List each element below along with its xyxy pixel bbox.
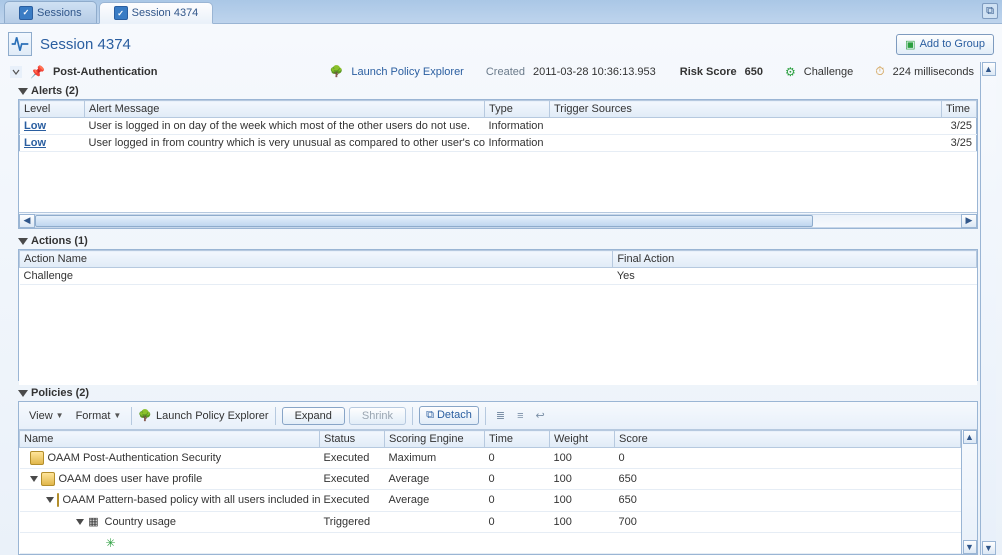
- tree-icon: 🌳: [330, 65, 344, 78]
- actions-table: Action Name Final Action Challenge Yes: [19, 250, 977, 385]
- col-action-name[interactable]: Action Name: [20, 251, 613, 268]
- format-menu[interactable]: Format▼: [72, 408, 126, 424]
- created-value: 2011-03-28 10:36:13.953: [533, 66, 656, 78]
- sessions-icon: ✓: [19, 6, 33, 20]
- table-row[interactable]: OAAM Pattern-based policy with all users…: [20, 490, 961, 511]
- alerts-toggle[interactable]: [18, 88, 28, 95]
- alert-level-link[interactable]: Low: [24, 120, 46, 132]
- tree-icon: 🌳: [138, 409, 152, 422]
- col-weight[interactable]: Weight: [550, 431, 615, 448]
- actions-title: Actions (1): [31, 235, 88, 247]
- col-name[interactable]: Name: [20, 431, 320, 448]
- col-type[interactable]: Type: [485, 101, 550, 118]
- launch-policy-explorer-link[interactable]: Launch Policy Explorer: [351, 66, 464, 78]
- vscroll-up[interactable]: ▲: [963, 430, 977, 444]
- col-final-action[interactable]: Final Action: [613, 251, 977, 268]
- launch-policy-explorer-link-2[interactable]: Launch Policy Explorer: [156, 410, 269, 422]
- gear-icon: ⚙: [785, 65, 796, 79]
- policies-section: Policies (2) View▼ Format▼ 🌳: [18, 385, 978, 555]
- view-menu[interactable]: View▼: [25, 408, 68, 424]
- policies-title: Policies (2): [31, 387, 89, 399]
- title-row: Session 4374 ▣ Add to Group: [6, 30, 996, 62]
- duration: 224 milliseconds: [893, 66, 974, 78]
- policies-toolbar: View▼ Format▼ 🌳 Launch Policy Explorer E…: [19, 402, 977, 430]
- expand-button[interactable]: Expand: [282, 407, 345, 425]
- group-icon: ▣: [905, 38, 915, 51]
- vscrollbar[interactable]: ▲ ▼: [961, 430, 977, 554]
- alert-level-link[interactable]: Low: [24, 137, 46, 149]
- tree-expand-toggle[interactable]: [30, 476, 38, 482]
- table-row[interactable]: ✳: [20, 532, 961, 553]
- tree-expand-toggle[interactable]: [46, 497, 54, 503]
- table-row[interactable]: ▦Country usage Triggered 0 100 700: [20, 511, 961, 532]
- tab-sessions[interactable]: ✓ Sessions: [4, 1, 97, 23]
- alerts-title: Alerts (2): [31, 85, 79, 97]
- hscroll-track[interactable]: [35, 214, 961, 228]
- page-vscroll-down[interactable]: ▼: [982, 541, 996, 555]
- table-row[interactable]: OAAM Post-Authentication Security Execut…: [20, 448, 961, 469]
- col-alert-message[interactable]: Alert Message: [85, 101, 485, 118]
- hscrollbar[interactable]: ◀ ▶: [19, 212, 977, 228]
- page-vscroll-up[interactable]: ▲: [982, 62, 996, 76]
- leaf-icon: ▦: [87, 515, 101, 529]
- actions-toggle[interactable]: [18, 238, 28, 245]
- session-icon: ✓: [114, 6, 128, 20]
- clock-icon: ⏱: [875, 64, 884, 79]
- policy-link[interactable]: Country usage: [105, 516, 177, 528]
- add-to-group-label: Add to Group: [920, 38, 985, 50]
- session-pulse-icon: [8, 32, 32, 56]
- tab-session-detail[interactable]: ✓ Session 4374: [99, 2, 214, 24]
- policy-link[interactable]: OAAM Post-Authentication Security: [48, 452, 222, 464]
- tree-expand-toggle[interactable]: [76, 519, 84, 525]
- col-time[interactable]: Time: [942, 101, 977, 118]
- info-bar: 📌 Post-Authentication 🌳 Launch Policy Ex…: [6, 62, 978, 83]
- stage-label: Post-Authentication: [53, 66, 158, 78]
- col-policy-time[interactable]: Time: [485, 431, 550, 448]
- tab-sessions-label: Sessions: [37, 7, 82, 19]
- col-trigger-sources[interactable]: Trigger Sources: [550, 101, 942, 118]
- align-left-button[interactable]: ≣: [492, 407, 509, 424]
- tab-session-detail-label: Session 4374: [132, 7, 199, 19]
- col-status[interactable]: Status: [320, 431, 385, 448]
- vscroll-down[interactable]: ▼: [963, 540, 977, 554]
- table-row[interactable]: Challenge Yes: [20, 268, 977, 285]
- policies-table: Name Status Scoring Engine Time Weight S…: [19, 430, 961, 554]
- hscroll-left[interactable]: ◀: [19, 214, 35, 228]
- table-row[interactable]: Low User is logged in on day of the week…: [20, 118, 977, 135]
- hscroll-thumb[interactable]: [35, 215, 813, 227]
- folder-icon: [57, 493, 59, 507]
- risk-score-label: Risk Score: [680, 66, 737, 78]
- pin-icon: 📌: [30, 65, 45, 79]
- policy-link[interactable]: OAAM does user have profile: [59, 473, 203, 485]
- policies-toggle[interactable]: [18, 390, 28, 397]
- rule-action: Challenge: [804, 66, 854, 78]
- tab-close-button[interactable]: ⧉: [982, 3, 998, 19]
- actions-section: Actions (1) Action Name Final Action: [18, 233, 978, 381]
- page-vscrollbar[interactable]: ▲ ▼: [980, 62, 996, 555]
- page-title: Session 4374: [40, 36, 131, 53]
- detach-icon: ⧉: [426, 409, 434, 421]
- risk-score-value: 650: [745, 66, 763, 78]
- add-to-group-button[interactable]: ▣ Add to Group: [896, 34, 994, 55]
- col-level[interactable]: Level: [20, 101, 85, 118]
- collapse-button[interactable]: [10, 66, 22, 78]
- folder-icon: [41, 472, 55, 486]
- created-label: Created: [486, 66, 525, 78]
- tab-bar: ✓ Sessions ✓ Session 4374 ⧉: [0, 0, 1002, 24]
- align-center-button[interactable]: ≡: [513, 408, 527, 424]
- col-engine[interactable]: Scoring Engine: [385, 431, 485, 448]
- col-score[interactable]: Score: [615, 431, 961, 448]
- folder-icon: [30, 451, 44, 465]
- alerts-table: Level Alert Message Type Trigger Sources…: [19, 100, 977, 152]
- shrink-button: Shrink: [349, 407, 406, 425]
- hscroll-right[interactable]: ▶: [961, 214, 977, 228]
- policy-link[interactable]: OAAM Pattern-based policy with all users…: [63, 494, 320, 506]
- alerts-section: Alerts (2) Level Alert Message Type: [18, 83, 978, 229]
- table-row[interactable]: OAAM does user have profile Executed Ave…: [20, 469, 961, 490]
- detach-button[interactable]: ⧉ Detach: [419, 406, 479, 425]
- table-row[interactable]: Low User logged in from country which is…: [20, 135, 977, 152]
- wrap-button[interactable]: ↩: [531, 407, 548, 424]
- gear-icon: ✳: [106, 536, 116, 550]
